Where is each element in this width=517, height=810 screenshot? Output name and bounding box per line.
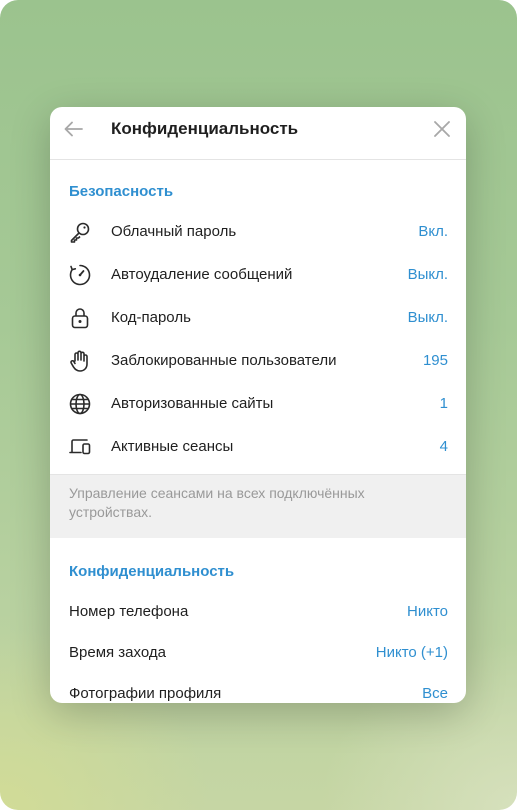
row-value: 195 [422, 352, 448, 369]
close-icon [434, 121, 450, 137]
row-profile-photos[interactable]: Фотографии профиля Все [50, 673, 466, 703]
row-value: 4 [439, 438, 448, 455]
row-active-sessions[interactable]: Активные сеансы 4 [50, 426, 466, 469]
back-button[interactable] [62, 117, 86, 141]
close-button[interactable] [432, 119, 452, 139]
section-header-security: Безопасность [69, 183, 174, 200]
timer-icon [68, 263, 92, 287]
row-label: Номер телефона [69, 603, 189, 620]
row-label: Заблокированные пользователи [111, 352, 337, 369]
section-header-privacy: Конфиденциальность [69, 563, 235, 580]
row-phone-number[interactable]: Номер телефона Никто [50, 591, 466, 632]
hand-icon [68, 349, 92, 373]
sessions-hint-text: Управление сеансами на всех подключённых… [69, 485, 365, 520]
dialog-title: Конфиденциальность [111, 119, 299, 138]
globe-icon [68, 392, 92, 416]
key-icon [68, 220, 92, 244]
row-last-seen[interactable]: Время захода Никто (+1) [50, 632, 466, 673]
row-label: Облачный пароль [111, 223, 237, 240]
lock-icon [68, 306, 92, 330]
row-label: Фотографии профиля [69, 685, 222, 702]
row-value: Вкл. [418, 223, 448, 240]
sessions-hint-block: Управление сеансами на всех подключённых… [50, 474, 466, 538]
row-value: Никто (+1) [375, 644, 448, 661]
row-blocked-users[interactable]: Заблокированные пользователи 195 [50, 340, 466, 383]
row-value: Выкл. [407, 309, 448, 326]
row-passcode[interactable]: Код-пароль Выкл. [50, 297, 466, 340]
row-label: Код-пароль [111, 309, 191, 326]
dialog-header: Конфиденциальность [50, 107, 466, 160]
row-label: Время захода [69, 644, 166, 661]
arrow-left-icon [64, 121, 83, 137]
row-label: Авторизованные сайты [111, 395, 274, 412]
row-label: Автоудаление сообщений [111, 266, 293, 283]
row-value: 1 [439, 395, 448, 412]
row-authorized-websites[interactable]: Авторизованные сайты 1 [50, 383, 466, 426]
row-auto-delete[interactable]: Автоудаление сообщений Выкл. [50, 254, 466, 297]
privacy-settings-dialog: Конфиденциальность Безопасность Облачный… [50, 107, 466, 703]
row-label: Активные сеансы [111, 438, 234, 455]
row-value: Выкл. [407, 266, 448, 283]
row-value: Никто [407, 603, 448, 620]
devices-icon [68, 435, 92, 459]
row-value: Все [422, 685, 448, 702]
row-cloud-password[interactable]: Облачный пароль Вкл. [50, 211, 466, 254]
